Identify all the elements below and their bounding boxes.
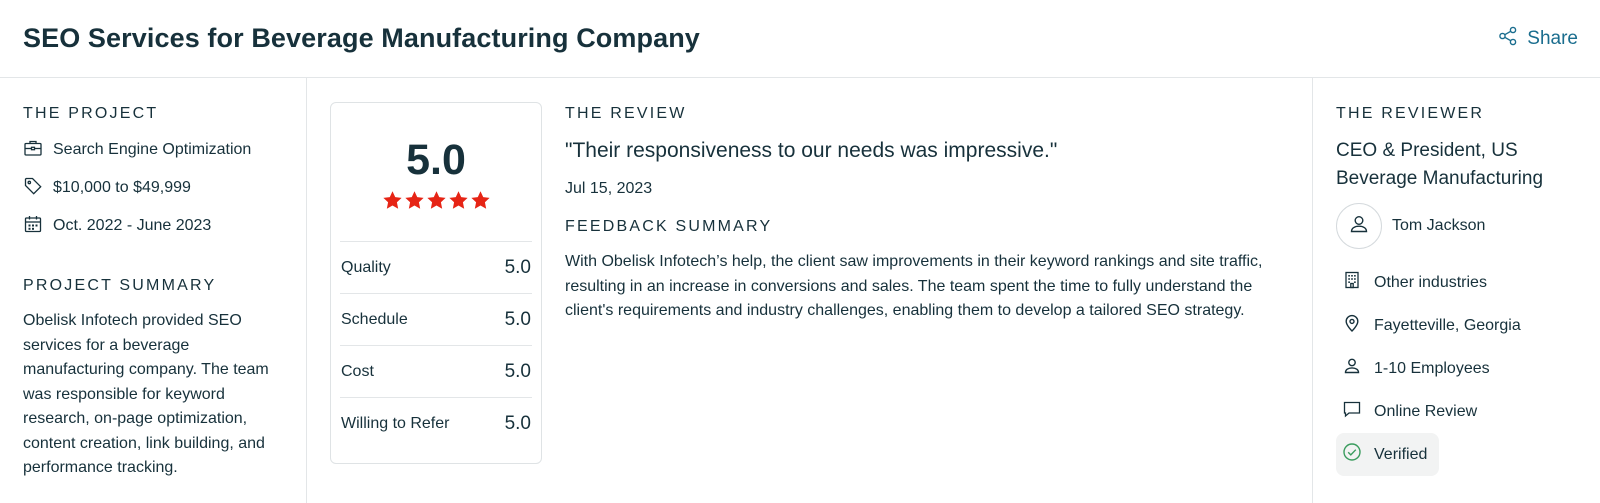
star-icon: [426, 190, 447, 216]
score-label: Schedule: [341, 310, 408, 328]
score-label: Cost: [341, 362, 374, 380]
reviewer-employees-text: 1-10 Employees: [1374, 359, 1490, 377]
project-column: THE PROJECT Search Engine Optimization $…: [0, 78, 307, 503]
score-value: 5.0: [504, 256, 531, 278]
reviewer-section-label: THE REVIEWER: [1336, 105, 1485, 122]
reviewer-person: Tom Jackson: [1336, 203, 1580, 249]
review-type: Online Review: [1336, 390, 1580, 433]
score-label: Quality: [341, 258, 391, 276]
review-type-text: Online Review: [1374, 402, 1478, 420]
share-button[interactable]: Share: [1498, 26, 1578, 52]
project-section-label: THE PROJECT: [23, 105, 159, 122]
project-summary-label: PROJECT SUMMARY: [23, 277, 217, 294]
project-service-text: Search Engine Optimization: [53, 141, 252, 158]
share-label: Share: [1527, 27, 1578, 49]
star-rating: [340, 190, 532, 216]
project-budget-text: $10,000 to $49,999: [53, 179, 191, 196]
score-row: Schedule 5.0: [340, 293, 532, 345]
reviewer-name: Tom Jackson: [1392, 217, 1486, 234]
reviewer-employees: 1-10 Employees: [1336, 347, 1580, 390]
project-summary-text: Obelisk Infotech provided SEO services f…: [23, 312, 269, 476]
share-icon: [1498, 26, 1518, 52]
reviewer-location-text: Fayetteville, Georgia: [1374, 316, 1521, 334]
building-icon: [1342, 270, 1362, 295]
briefcase-icon: [23, 138, 43, 163]
location-pin-icon: [1342, 313, 1362, 338]
review-section-label: THE REVIEW: [565, 105, 687, 122]
reviewer-title: CEO & President, US Beverage Manufacturi…: [1336, 140, 1544, 189]
user-icon: [1348, 213, 1370, 240]
rating-card: 5.0 Quality 5.0 Schedule 5.0 Cost 5.0 Willing …: [330, 102, 542, 464]
star-icon: [404, 190, 425, 216]
person-icon: [1342, 356, 1362, 381]
project-budget: $10,000 to $49,999: [23, 177, 286, 199]
price-tag-icon: [23, 176, 43, 201]
chat-bubble-icon: [1342, 399, 1362, 424]
review-content: THE REVIEW "Their responsiveness to our …: [542, 102, 1292, 503]
verified-badge: Verified: [1336, 433, 1440, 476]
project-service: Search Engine Optimization: [23, 139, 286, 161]
score-value: 5.0: [504, 412, 531, 434]
reviewer-location: Fayetteville, Georgia: [1336, 304, 1580, 347]
avatar: [1336, 203, 1382, 249]
feedback-summary-label: FEEDBACK SUMMARY: [565, 218, 773, 235]
score-row: Cost 5.0: [340, 345, 532, 397]
overall-rating: 5.0: [406, 136, 466, 184]
page-header: SEO Services for Beverage Manufacturing …: [0, 0, 1600, 78]
score-value: 5.0: [504, 308, 531, 330]
calendar-icon: [23, 214, 43, 239]
page-title: SEO Services for Beverage Manufacturing …: [23, 23, 700, 53]
verified-text: Verified: [1374, 445, 1428, 463]
star-icon: [382, 190, 403, 216]
score-value: 5.0: [504, 360, 531, 382]
score-label: Willing to Refer: [341, 414, 450, 432]
score-row: Willing to Refer 5.0: [340, 397, 532, 449]
score-row: Quality 5.0: [340, 241, 532, 293]
star-icon: [448, 190, 469, 216]
reviewer-industry: Other industries: [1336, 261, 1580, 304]
reviewer-column: THE REVIEWER CEO & President, US Beverag…: [1313, 78, 1600, 503]
project-dates: Oct. 2022 - June 2023: [23, 215, 286, 237]
check-circle-icon: [1342, 442, 1362, 467]
reviewer-industry-text: Other industries: [1374, 273, 1487, 291]
feedback-summary-text: With Obelisk Infotech’s help, the client…: [565, 253, 1263, 319]
review-column: 5.0 Quality 5.0 Schedule 5.0 Cost 5.0 Willing …: [307, 78, 1313, 503]
review-quote: "Their responsiveness to our needs was i…: [565, 139, 1058, 162]
review-date: Jul 15, 2023: [565, 180, 653, 197]
score-list: Quality 5.0 Schedule 5.0 Cost 5.0 Willing to R…: [340, 241, 532, 449]
star-icon: [470, 190, 491, 216]
project-dates-text: Oct. 2022 - June 2023: [53, 217, 212, 234]
